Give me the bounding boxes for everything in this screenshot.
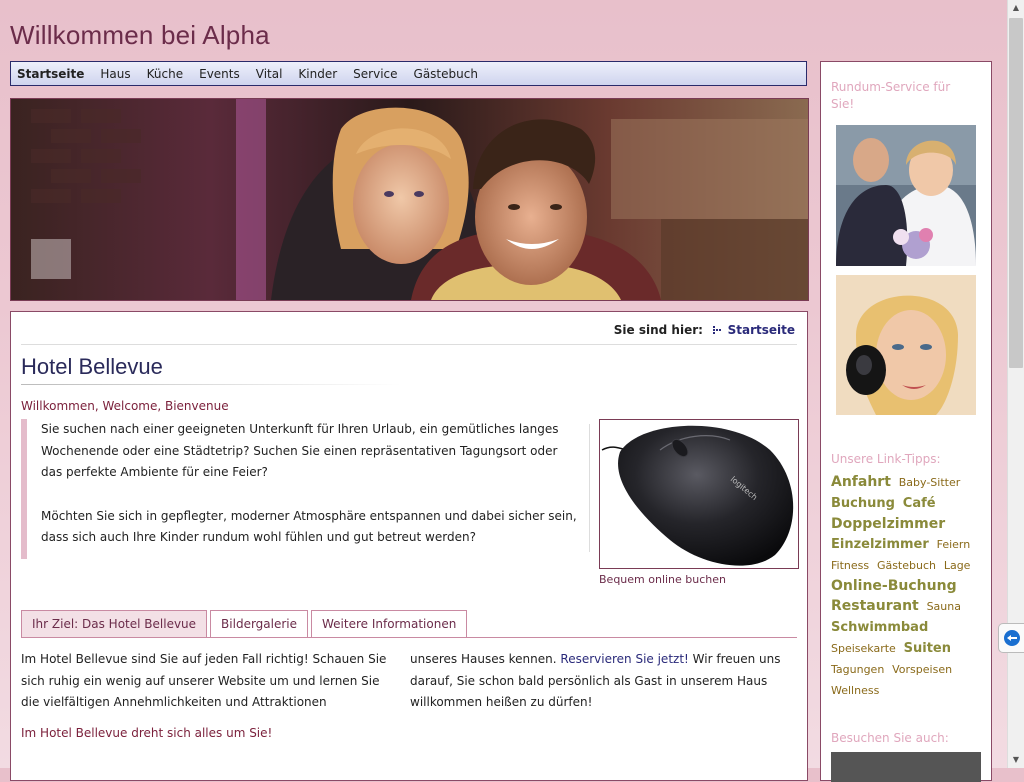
sidebar-heading-link-tips: Unsere Link-Tipps: [831,452,941,466]
page-title: Hotel Bellevue [21,354,163,379]
tag-link-gästebuch[interactable]: Gästebuch [877,559,936,572]
wedding-photo[interactable] [836,125,976,266]
hero-thumbnail[interactable] [31,239,71,279]
woman-camera-photo[interactable] [836,275,976,415]
heading-underline [21,384,401,385]
site-title: Willkommen bei Alpha [10,20,270,50]
tag-link-feiern[interactable]: Feiern [937,538,971,551]
tag-link-vorspeisen[interactable]: Vorspeisen [892,663,952,676]
hero-banner-image [10,98,809,301]
reserve-now-link[interactable]: Reservieren Sie jetzt! [560,652,688,666]
partner-image[interactable] [831,752,981,782]
main-content-panel: Sie sind hier: Startseite Hotel Bellevue… [10,311,808,781]
tag-cloud: Anfahrt Baby-Sitter Buchung Café Doppelz… [831,472,981,701]
tab-weitere-informationen[interactable]: Weitere Informationen [311,610,468,637]
image-caption[interactable]: Bequem online buchen [599,573,726,586]
breadcrumb: Sie sind hier: Startseite [614,323,795,337]
tag-link-online-buchung[interactable]: Online-Buchung [831,578,957,594]
main-navigation: Startseite Haus Küche Events Vital Kinde… [10,61,807,86]
image-divider [589,424,590,552]
tag-link-fitness[interactable]: Fitness [831,559,869,572]
tag-link-lage[interactable]: Lage [944,559,971,572]
nav-item-vital[interactable]: Vital [256,67,283,81]
nav-item-gaestebuch[interactable]: Gästebuch [414,67,478,81]
tag-link-tagungen[interactable]: Tagungen [831,663,884,676]
nav-item-service[interactable]: Service [353,67,397,81]
tag-link-schwimmbad[interactable]: Schwimmbad [831,620,928,635]
remote-support-icon[interactable] [998,623,1024,653]
intro-paragraph-2: Möchten Sie sich in gepflegter, moderner… [41,508,577,545]
content-right-text-1: unseres Hauses kennen. [410,652,557,666]
tag-link-restaurant[interactable]: Restaurant [831,598,919,614]
tag-link-suiten[interactable]: Suiten [904,641,951,656]
tab-hotel-bellevue[interactable]: Ihr Ziel: Das Hotel Bellevue [21,610,208,637]
sidebar-heading-service: Rundum-Service für Sie! [831,80,951,111]
tag-link-doppelzimmer[interactable]: Doppelzimmer [831,516,945,532]
tag-link-speisekarte[interactable]: Speisekarte [831,642,896,655]
sidebar: Rundum-Service für Sie! Unsere Link-Tipp… [820,61,992,782]
welcome-subheading: Willkommen, Welcome, Bienvenue [21,399,229,413]
content-column-left: Im Hotel Bellevue sind Sie auf jeden Fal… [21,652,387,709]
breadcrumb-divider [21,344,797,345]
nav-item-startseite[interactable]: Startseite [17,67,84,81]
nav-item-kueche[interactable]: Küche [147,67,183,81]
tab-bildergalerie[interactable]: Bildergalerie [210,610,309,637]
scroll-down-arrow-icon[interactable]: ▼ [1008,752,1024,768]
nav-item-haus[interactable]: Haus [100,67,130,81]
tag-link-baby-sitter[interactable]: Baby-Sitter [899,476,961,489]
tag-link-anfahrt[interactable]: Anfahrt [831,474,891,490]
intro-paragraph-1: Sie suchen nach einer geeigneten Unterku… [41,422,559,479]
tab-underline [21,637,797,638]
computer-mouse-image[interactable]: logitech [599,419,799,569]
tag-link-einzelzimmer[interactable]: Einzelzimmer [831,537,929,552]
breadcrumb-link-startseite[interactable]: Startseite [728,323,795,337]
content-tabs: Ihr Ziel: Das Hotel Bellevue Bildergaler… [21,610,470,637]
tag-link-buchung[interactable]: Buchung [831,496,895,511]
breadcrumb-label: Sie sind hier: [613,323,703,337]
nav-item-kinder[interactable]: Kinder [298,67,337,81]
breadcrumb-dots-icon [712,324,722,334]
scrollbar-thumb[interactable] [1009,18,1023,368]
intro-quote-block: Sie suchen nach einer geeigneten Unterku… [21,419,581,559]
tag-link-wellness[interactable]: Wellness [831,684,879,697]
tag-link-caf-[interactable]: Café [903,496,936,511]
sidebar-heading-visit-also: Besuchen Sie auch: [831,731,949,745]
nav-item-events[interactable]: Events [199,67,240,81]
content-column-right: unseres Hauses kennen. Reservieren Sie j… [410,649,782,714]
tag-link-sauna[interactable]: Sauna [927,600,961,613]
scroll-up-arrow-icon[interactable]: ▲ [1008,0,1024,16]
closing-line: Im Hotel Bellevue dreht sich alles um Si… [21,726,273,740]
